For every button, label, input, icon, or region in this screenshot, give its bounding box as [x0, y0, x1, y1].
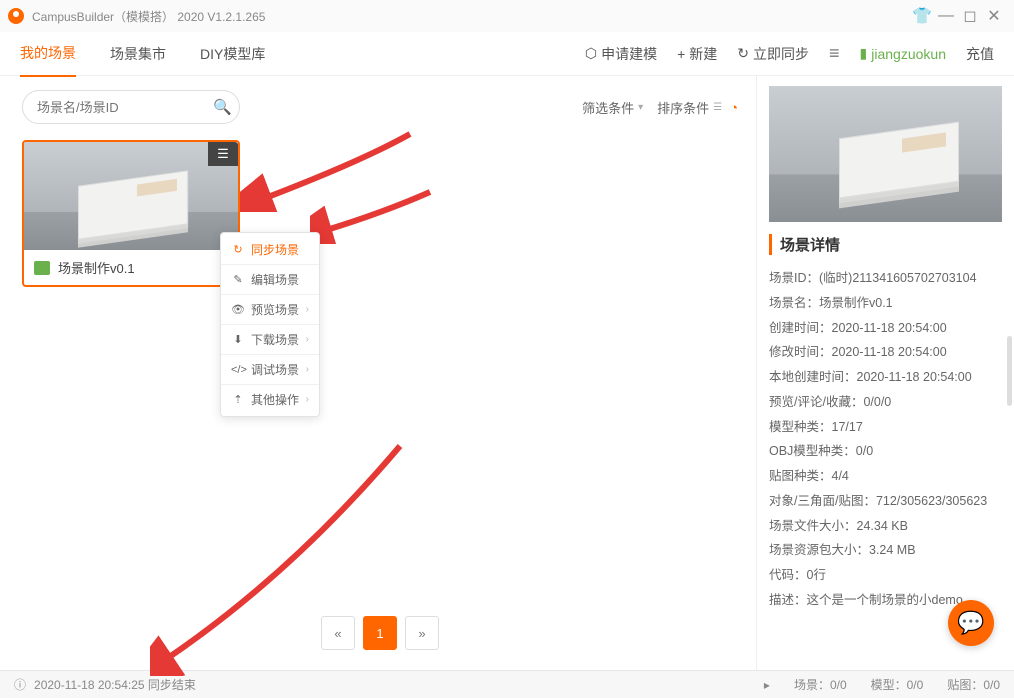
chevron-right-icon: ›	[306, 334, 309, 345]
user-label[interactable]: ▮jiangzuokun	[860, 45, 946, 62]
card-menu-button[interactable]: ☰	[208, 142, 238, 166]
detail-texture-types: 贴图种类：4/4	[769, 465, 1002, 489]
app-title: CampusBuilder（模模搭） 2020 V1.2.1.265	[32, 8, 910, 25]
search-input[interactable]	[37, 100, 213, 115]
chat-icon: 💬	[957, 610, 984, 636]
status-time: 2020-11-18 20:54:25 同步结束	[34, 676, 196, 693]
details-scrollbar[interactable]	[1007, 336, 1012, 406]
chat-fab-button[interactable]: 💬	[948, 600, 994, 646]
annotation-arrow-2	[310, 184, 440, 244]
close-button[interactable]: ✕	[982, 6, 1006, 26]
new-button[interactable]: +新建	[677, 44, 717, 64]
scene-card[interactable]: ☰ 场景制作v0.1	[22, 140, 240, 287]
sort-icon: ☰	[713, 102, 722, 113]
scene-thumbnail	[24, 142, 238, 250]
pager-prev[interactable]: «	[321, 616, 355, 650]
details-list: 场景ID：(临时)211341605702703104 场景名：场景制作v0.1…	[769, 267, 1002, 613]
more-icon: ⇡	[231, 393, 245, 406]
menu-other-ops[interactable]: ⇡其他操作›	[221, 385, 319, 414]
detail-obj-types: OBJ模型种类：0/0	[769, 440, 1002, 464]
chevron-down-icon: ▾	[638, 102, 643, 113]
detail-model-types: 模型种类：17/17	[769, 416, 1002, 440]
user-icon: ▮	[860, 45, 868, 62]
search-icon[interactable]: 🔍	[213, 98, 232, 116]
download-icon: ⬇	[231, 333, 245, 346]
sync-icon: ↻	[231, 243, 245, 256]
tab-diy-models[interactable]: DIY模型库	[200, 32, 265, 76]
detail-modified: 修改时间：2020-11-18 20:54:00	[769, 341, 1002, 365]
app-logo-icon	[8, 8, 24, 24]
sync-now-button[interactable]: ↻立即同步	[737, 44, 809, 64]
card-context-menu: ↻同步场景 ✎编辑场景 👁预览场景› ⬇下载场景› </>调试场景› ⇡其他操作…	[220, 232, 320, 417]
menu-download-scene[interactable]: ⬇下载场景›	[221, 325, 319, 355]
tab-scene-market[interactable]: 场景集市	[110, 32, 166, 76]
menu-sync-scene[interactable]: ↻同步场景	[221, 235, 319, 265]
recharge-button[interactable]: 充值	[966, 44, 994, 64]
code-icon: </>	[231, 364, 245, 376]
edit-icon: ✎	[231, 273, 245, 286]
detail-package-size: 场景资源包大小：3.24 MB	[769, 539, 1002, 563]
eye-icon: 👁	[231, 303, 245, 316]
sort-button[interactable]: 排序条件☰	[657, 98, 722, 117]
detail-scene-id: 场景ID：(临时)211341605702703104	[769, 267, 1002, 291]
cube-icon: ⬡	[585, 45, 597, 62]
clock-icon[interactable]: ◔	[730, 100, 738, 115]
info-icon: ⓘ	[14, 676, 26, 693]
pager-next[interactable]: »	[405, 616, 439, 650]
hamburger-menu-icon[interactable]: ≡	[829, 43, 840, 64]
status-texture: 贴图：0/0	[947, 676, 1000, 693]
maximize-button[interactable]: ◻	[958, 6, 982, 26]
filter-button[interactable]: 筛选条件▾	[582, 98, 643, 117]
minimize-button[interactable]: —	[934, 7, 958, 25]
apply-model-button[interactable]: ⬡申请建模	[585, 44, 657, 64]
shirt-icon[interactable]: 👕	[910, 6, 934, 26]
annotation-arrow-1	[240, 122, 420, 212]
detail-thumbnail	[769, 86, 1002, 222]
menu-debug-scene[interactable]: </>调试场景›	[221, 355, 319, 385]
detail-obj-tri-tex: 对象/三角面/贴图：712/305623/305623	[769, 490, 1002, 514]
detail-local-created: 本地创建时间：2020-11-18 20:54:00	[769, 366, 1002, 390]
search-input-wrapper: 🔍	[22, 90, 240, 124]
chevron-right-icon: ›	[306, 394, 309, 405]
detail-stats: 预览/评论/收藏：0/0/0	[769, 391, 1002, 415]
detail-scene-name: 场景名：场景制作v0.1	[769, 292, 1002, 316]
scene-type-icon	[34, 261, 50, 275]
menu-edit-scene[interactable]: ✎编辑场景	[221, 265, 319, 295]
chevron-right-icon: ›	[306, 304, 309, 315]
status-play-icon[interactable]: ▸	[764, 678, 770, 692]
detail-code-lines: 代码：0行	[769, 564, 1002, 588]
detail-file-size: 场景文件大小：24.34 KB	[769, 515, 1002, 539]
refresh-icon: ↻	[737, 45, 749, 62]
details-heading: 场景详情	[769, 234, 1002, 255]
menu-preview-scene[interactable]: 👁预览场景›	[221, 295, 319, 325]
status-scene: 场景：0/0	[794, 676, 847, 693]
pager-page-1[interactable]: 1	[363, 616, 397, 650]
plus-icon: +	[677, 46, 685, 62]
pagination: « 1 »	[22, 596, 738, 660]
status-model: 模型：0/0	[871, 676, 924, 693]
detail-created: 创建时间：2020-11-18 20:54:00	[769, 317, 1002, 341]
chevron-right-icon: ›	[306, 364, 309, 375]
scene-name: 场景制作v0.1	[58, 258, 135, 277]
tab-my-scenes[interactable]: 我的场景	[20, 31, 76, 77]
